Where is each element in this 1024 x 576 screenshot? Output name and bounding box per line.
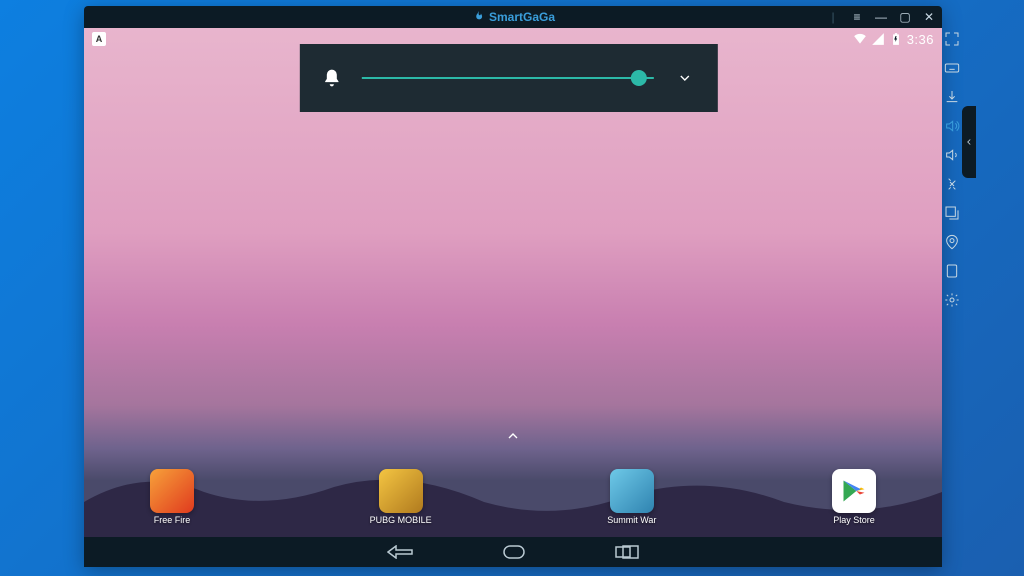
app-icon	[150, 469, 194, 513]
install-apk-icon[interactable]	[943, 88, 961, 106]
status-right: 3:36	[853, 32, 934, 47]
settings-icon[interactable]	[943, 291, 961, 309]
sidebar-collapse-tab[interactable]	[962, 106, 976, 178]
window-controls: | ≡ — ▢ ✕	[826, 6, 936, 28]
app-dock: Free Fire PUBG MOBILE Summit War Play St…	[84, 469, 942, 525]
titlebar: SmartGaGa | ≡ — ▢ ✕	[84, 6, 942, 28]
app-label: Play Store	[833, 515, 875, 525]
keyboard-icon[interactable]	[943, 59, 961, 77]
close-button[interactable]: ✕	[922, 10, 936, 24]
app-label: Summit War	[607, 515, 656, 525]
status-time: 3:36	[907, 32, 934, 47]
separator: |	[826, 10, 840, 24]
app-icon	[610, 469, 654, 513]
status-badge: A	[92, 32, 106, 46]
android-navbar	[84, 537, 942, 567]
nav-home-button[interactable]	[503, 545, 525, 559]
expand-button[interactable]	[674, 67, 696, 89]
app-pubg-mobile[interactable]: PUBG MOBILE	[370, 469, 432, 525]
emulator-window: SmartGaGa | ≡ — ▢ ✕ A 3:36	[84, 6, 942, 567]
app-label: PUBG MOBILE	[370, 515, 432, 525]
nav-back-button[interactable]	[387, 545, 413, 559]
multi-instance-icon[interactable]	[943, 204, 961, 222]
wifi-icon	[853, 32, 867, 46]
volume-panel	[300, 44, 718, 112]
minimize-button[interactable]: —	[874, 10, 888, 24]
maximize-button[interactable]: ▢	[898, 10, 912, 24]
android-screen: A 3:36 Free Fire	[84, 28, 942, 567]
volume-slider[interactable]	[362, 77, 654, 79]
app-summit-war[interactable]: Summit War	[607, 469, 656, 525]
volume-on-icon[interactable]	[943, 117, 961, 135]
app-play-store[interactable]: Play Store	[832, 469, 876, 525]
app-free-fire[interactable]: Free Fire	[150, 469, 194, 525]
brand-flame-icon	[471, 10, 485, 24]
screenshot-icon[interactable]	[943, 175, 961, 193]
brand: SmartGaGa	[471, 10, 555, 24]
app-icon	[832, 469, 876, 513]
brand-text: SmartGaGa	[489, 10, 555, 24]
menu-button[interactable]: ≡	[850, 10, 864, 24]
nav-recents-button[interactable]	[615, 545, 639, 559]
volume-icon[interactable]	[943, 146, 961, 164]
volume-slider-thumb[interactable]	[631, 70, 647, 86]
rotate-icon[interactable]	[943, 262, 961, 280]
app-icon	[379, 469, 423, 513]
fullscreen-icon[interactable]	[943, 30, 961, 48]
battery-icon	[889, 32, 903, 46]
bell-icon	[322, 68, 342, 88]
app-label: Free Fire	[154, 515, 191, 525]
signal-icon	[871, 32, 885, 46]
location-icon[interactable]	[943, 233, 961, 251]
emulator-sidebar	[940, 30, 964, 309]
app-drawer-indicator[interactable]	[505, 428, 521, 449]
